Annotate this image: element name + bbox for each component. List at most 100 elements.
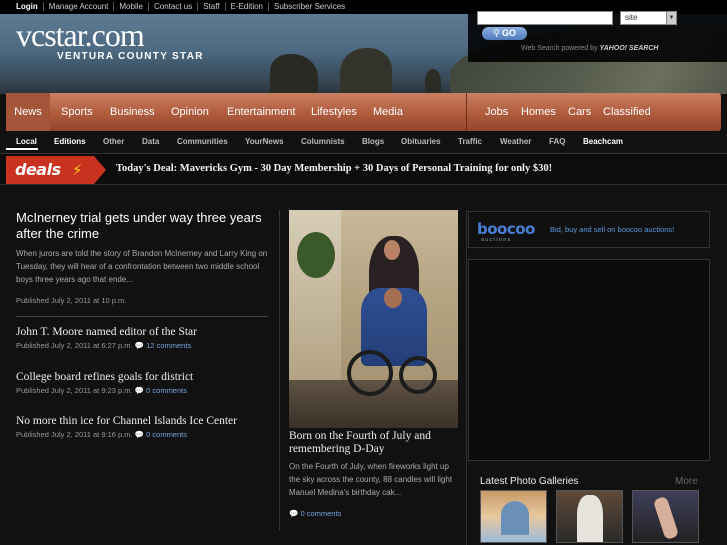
search-go-label: GO	[502, 28, 517, 38]
story-title[interactable]: John T. Moore named editor of the Star	[16, 326, 268, 338]
mobile-link[interactable]: Mobile	[113, 2, 148, 11]
chevron-down-icon: ▼	[666, 12, 676, 24]
photo-wheelchair-wheel	[399, 356, 437, 394]
lightning-bolt-icon: ⚡	[72, 162, 83, 179]
list-item: John T. Moore named editor of the Star P…	[16, 326, 268, 350]
subnav-columnists[interactable]: Columnists	[301, 137, 345, 146]
gallery-thumbnail[interactable]	[480, 490, 547, 543]
story-meta: Published July 2, 2011 at 9:23 p.m. 💬 0 …	[16, 386, 268, 395]
todays-deal-link[interactable]: Today's Deal: Mavericks Gym - 30 Day Mem…	[116, 163, 552, 174]
photo-woman-face	[384, 240, 400, 260]
search-panel: site ▼ ⚲ GO Web Search powered by YAHOO!…	[468, 0, 727, 62]
thumbnail-arch	[501, 501, 529, 535]
banner-rock	[270, 54, 318, 94]
nav-lifestyles[interactable]: Lifestyles	[311, 93, 357, 131]
banner-rock	[425, 69, 441, 94]
story-meta: Published July 2, 2011 at 6:27 p.m. 💬 12…	[16, 341, 268, 350]
column-divider	[466, 210, 467, 545]
subnav-data[interactable]: Data	[142, 137, 159, 146]
feature-title[interactable]: Born on the Fourth of July and rememberi…	[289, 430, 459, 456]
boocoo-logo-sub: auctions	[481, 237, 512, 243]
story-published: Published July 2, 2011 at 9:16 p.m.	[16, 430, 133, 439]
gallery-thumbnail[interactable]	[632, 490, 699, 543]
search-powered-by: Web Search powered by YAHOO! SEARCH	[521, 45, 658, 52]
feature-photo[interactable]	[289, 210, 458, 428]
nav-media[interactable]: Media	[373, 93, 403, 131]
deals-logo-text: deals	[15, 160, 61, 179]
subnav-traffic[interactable]: Traffic	[458, 137, 482, 146]
boocoo-ad[interactable]: boocoo auctions Bid, buy and sell on boo…	[468, 211, 710, 248]
search-input[interactable]	[477, 11, 613, 25]
comments-link[interactable]: 0 comments	[300, 509, 341, 518]
site-tagline: VENTURA COUNTY STAR	[57, 51, 204, 62]
nav-business[interactable]: Business	[110, 93, 155, 131]
feature-comments: 💬 0 comments	[289, 509, 341, 518]
search-powered-prefix: Web Search powered by	[521, 45, 598, 52]
utility-links: Login Manage Account Mobile Contact us S…	[16, 2, 350, 11]
story-title[interactable]: No more thin ice for Channel Islands Ice…	[16, 415, 268, 427]
comments-link[interactable]: 0 comments	[146, 386, 187, 395]
story-published: Published July 2, 2011 at 6:27 p.m.	[16, 341, 133, 350]
subscriber-services-link[interactable]: Subscriber Services	[268, 2, 350, 11]
subnav-local[interactable]: Local	[16, 137, 37, 146]
comments-link[interactable]: 0 comments	[146, 430, 187, 439]
nav-entertainment[interactable]: Entertainment	[227, 93, 295, 131]
subnav-yournews[interactable]: YourNews	[245, 137, 284, 146]
sub-nav: Local Editions Other Data Communities Yo…	[6, 133, 721, 150]
nav-homes[interactable]: Homes	[521, 93, 556, 131]
deals-bar: deals ⚡ Today's Deal: Mavericks Gym - 30…	[0, 153, 727, 185]
search-icon: ⚲	[492, 28, 500, 38]
photo-man-face	[384, 288, 402, 308]
subnav-weather[interactable]: Weather	[500, 137, 531, 146]
photo-plant	[297, 232, 335, 278]
photo-galleries-title: Latest Photo Galleries	[480, 476, 579, 487]
subnav-communities[interactable]: Communities	[177, 137, 228, 146]
search-scope-select[interactable]: site ▼	[620, 11, 677, 25]
subnav-faq[interactable]: FAQ	[549, 137, 565, 146]
nav-news[interactable]: News	[6, 93, 50, 131]
subnav-blogs[interactable]: Blogs	[362, 137, 384, 146]
e-edition-link[interactable]: E-Edition	[224, 2, 268, 11]
subnav-beachcam[interactable]: Beachcam	[583, 137, 623, 146]
boocoo-ad-text[interactable]: Bid, buy and sell on boocoo auctions!	[550, 225, 674, 234]
story-divider	[16, 316, 268, 317]
search-scope-value: site	[625, 13, 638, 22]
nav-jobs[interactable]: Jobs	[485, 93, 508, 131]
comment-bubble-icon: 💬	[134, 430, 145, 439]
comments-link[interactable]: 12 comments	[146, 341, 191, 350]
nav-classified[interactable]: Classified	[603, 93, 651, 131]
nav-opinion[interactable]: Opinion	[171, 93, 209, 131]
story-published: Published July 2, 2011 at 9:23 p.m.	[16, 386, 133, 395]
thumbnail-dancer	[652, 495, 680, 541]
comment-bubble-icon: 💬	[289, 509, 299, 518]
comment-bubble-icon: 💬	[134, 386, 145, 395]
nav-cars[interactable]: Cars	[568, 93, 591, 131]
feature-summary: On the Fourth of July, when fireworks li…	[289, 462, 453, 497]
gallery-thumbnail[interactable]	[556, 490, 623, 543]
nav-sports[interactable]: Sports	[61, 93, 93, 131]
staff-link[interactable]: Staff	[197, 2, 224, 11]
site-logo[interactable]: vcstar.com	[16, 18, 145, 52]
subnav-editions[interactable]: Editions	[54, 137, 86, 146]
subnav-other[interactable]: Other	[103, 137, 124, 146]
column-divider	[279, 210, 280, 530]
deals-logo[interactable]: deals ⚡	[6, 156, 106, 184]
list-item: College board refines goals for district…	[16, 371, 268, 395]
story-title[interactable]: College board refines goals for district	[16, 371, 268, 383]
ad-slot	[468, 259, 710, 461]
comment-bubble-icon: 💬	[134, 341, 145, 350]
manage-account-link[interactable]: Manage Account	[42, 2, 114, 11]
nav-divider	[466, 93, 467, 131]
lead-story-title[interactable]: McInerney trial gets under way three yea…	[16, 210, 268, 242]
photo-galleries-more-link[interactable]: More	[675, 476, 698, 487]
login-link[interactable]: Login	[16, 2, 43, 11]
banner-rock	[340, 48, 392, 94]
boocoo-logo: boocoo	[477, 220, 535, 238]
lead-story-summary: When jurors are told the story of Brando…	[16, 249, 268, 284]
search-go-button[interactable]: ⚲ GO	[482, 27, 527, 40]
list-item: No more thin ice for Channel Islands Ice…	[16, 415, 268, 439]
yahoo-search-brand: YAHOO! SEARCH	[599, 45, 659, 52]
subnav-obituaries[interactable]: Obituaries	[401, 137, 441, 146]
contact-us-link[interactable]: Contact us	[147, 2, 197, 11]
lead-story-meta: Published July 2, 2011 at 10 p.m.	[16, 296, 127, 305]
